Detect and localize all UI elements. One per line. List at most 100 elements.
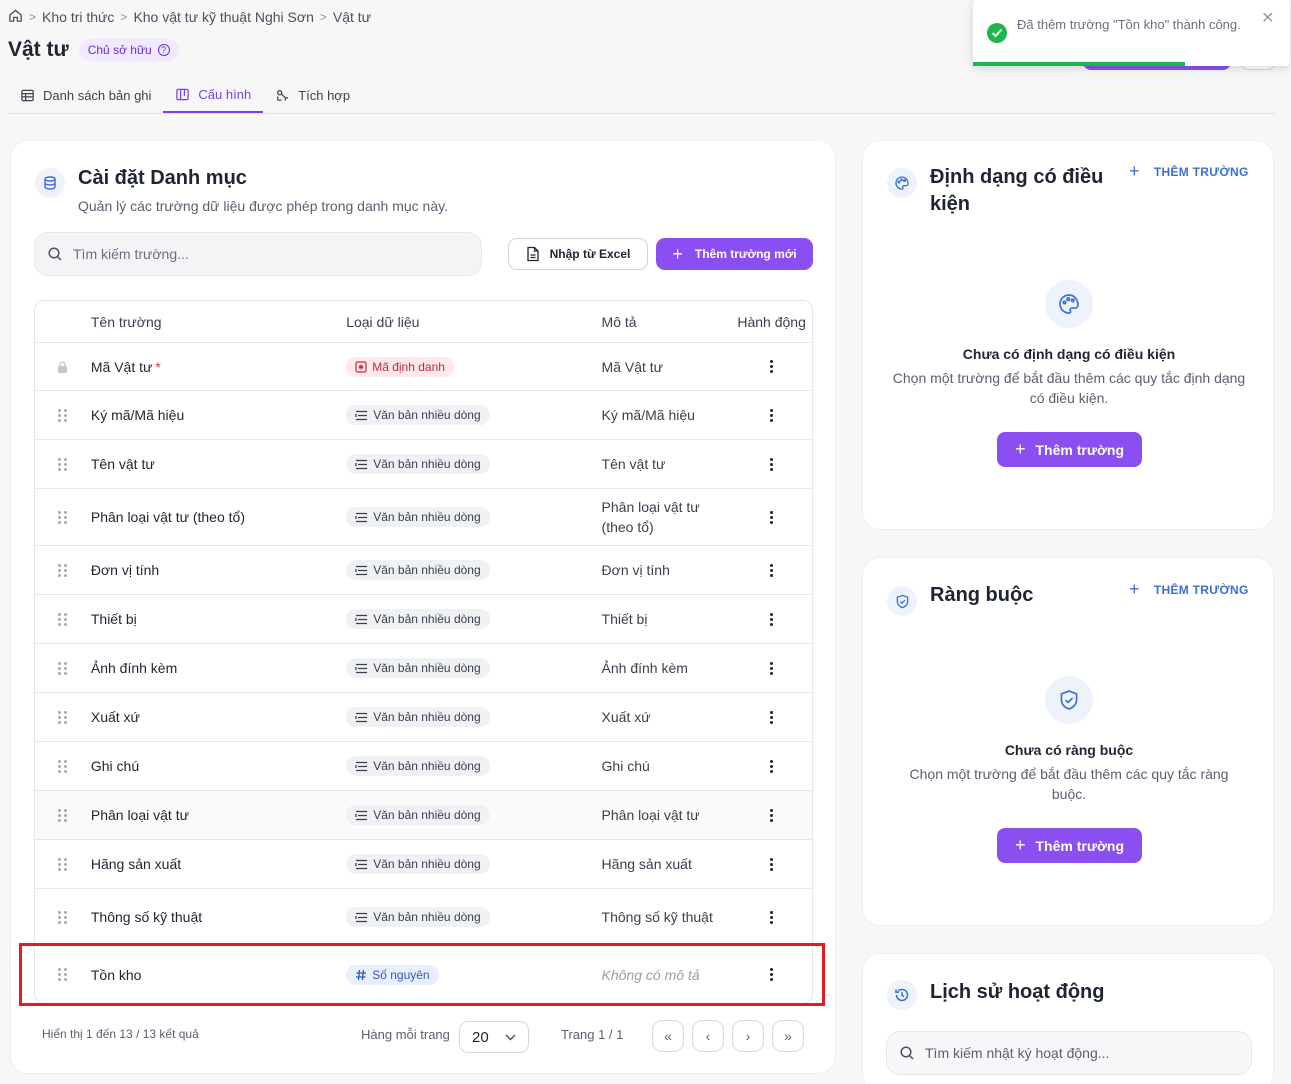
table-row[interactable]: Thông số kỹ thuật Văn bản nhiều dòng Thông… <box>35 889 812 946</box>
empty-state-description: Chọn một trường để bắt đầu thêm các quy … <box>909 766 1229 802</box>
field-name: Ký mã/Mã hiệu <box>91 407 346 423</box>
add-constraint-field-button[interactable]: + Thêm trường <box>997 828 1142 863</box>
data-type-badge: Văn bản nhiều dòng <box>346 609 490 629</box>
conditional-format-add-link[interactable]: + THÊM TRƯỜNG <box>1129 161 1249 182</box>
drag-handle-icon[interactable] <box>35 808 91 822</box>
drag-handle-icon[interactable] <box>35 408 91 422</box>
plus-icon: + <box>672 243 683 264</box>
tab-integration[interactable]: Tích hợp <box>263 78 362 113</box>
table-row[interactable]: Phân loại vật tư (theo tổ) Văn bản nhiều … <box>35 489 812 546</box>
tab-records[interactable]: Danh sách bản ghi <box>8 78 163 113</box>
field-description: Phân loại vật tư <box>601 807 700 823</box>
table-row[interactable]: Đơn vị tính Văn bản nhiều dòng Đơn vị tính <box>35 546 812 595</box>
data-type-label: Văn bản nhiều dòng <box>373 510 481 524</box>
row-actions-menu[interactable] <box>731 563 812 577</box>
owner-badge: Chủ sở hữu ? <box>78 39 179 61</box>
row-actions-menu[interactable] <box>731 808 812 822</box>
activity-history-card: Lịch sử hoạt động <box>862 953 1274 1084</box>
more-vertical-icon <box>770 759 774 773</box>
drag-handle-icon[interactable] <box>35 710 91 724</box>
table-icon <box>21 89 34 102</box>
chevron-right-icon: > <box>120 10 128 24</box>
import-excel-button[interactable]: Nhập từ Excel <box>508 238 648 270</box>
more-vertical-icon <box>770 408 774 422</box>
row-actions-menu[interactable] <box>731 510 812 524</box>
row-actions-menu[interactable] <box>731 710 812 724</box>
table-row[interactable]: Hãng sản xuất Văn bản nhiều dòng Hãng sản … <box>35 840 812 889</box>
data-type-badge: Văn bản nhiều dòng <box>346 560 490 580</box>
field-search[interactable] <box>34 232 482 276</box>
table-row[interactable]: Xuất xứ Văn bản nhiều dòng Xuất xứ <box>35 693 812 742</box>
per-page-select[interactable]: 20 <box>459 1021 529 1053</box>
history-search[interactable] <box>886 1031 1252 1075</box>
row-actions-menu[interactable] <box>731 360 812 373</box>
row-actions-menu[interactable] <box>731 857 812 871</box>
field-description: Thiết bị <box>601 611 648 627</box>
field-name-text: Mã Vật tư <box>90 358 153 375</box>
field-name: Tên vật tư <box>91 456 346 472</box>
table-row[interactable]: Tên vật tư Văn bản nhiều dòng Tên vật tư <box>35 440 812 489</box>
field-name-text: Tên vật tư <box>90 456 155 472</box>
lock-icon <box>35 360 91 373</box>
chevron-down-icon <box>505 1034 516 1040</box>
field-name: Thiết bị <box>91 611 346 627</box>
last-page-button[interactable]: » <box>772 1020 804 1052</box>
first-page-button[interactable]: « <box>652 1020 684 1052</box>
help-icon[interactable]: ? <box>157 44 170 56</box>
file-icon <box>526 246 539 262</box>
tab-config[interactable]: Cấu hình <box>163 78 264 113</box>
constraints-title: Ràng buộc <box>930 584 1034 606</box>
field-description: Đơn vị tính <box>601 562 670 578</box>
field-name: Phân loại vật tư (theo tổ) <box>91 509 346 525</box>
palette-icon <box>1045 280 1093 328</box>
drag-handle-icon[interactable] <box>35 510 91 524</box>
drag-handle-icon[interactable] <box>35 612 91 626</box>
breadcrumb-item[interactable]: Kho vật tư kỹ thuật Nghi Sơn <box>133 9 313 25</box>
history-title: Lịch sử hoạt động <box>930 981 1105 1003</box>
add-field-label: Thêm trường mới <box>694 247 797 261</box>
field-search-input[interactable] <box>73 246 453 262</box>
drag-handle-icon[interactable] <box>35 457 91 471</box>
row-actions-menu[interactable] <box>731 612 812 626</box>
row-actions-menu[interactable] <box>731 457 812 471</box>
next-page-button[interactable]: › <box>732 1020 764 1052</box>
constraints-add-link[interactable]: + THÊM TRƯỜNG <box>1129 579 1249 600</box>
drag-handle-icon[interactable] <box>35 857 91 871</box>
prev-page-button[interactable]: ‹ <box>692 1020 724 1052</box>
drag-handle-icon[interactable] <box>35 759 91 773</box>
text-lines-icon <box>355 810 368 820</box>
drag-handle-icon[interactable] <box>35 910 91 924</box>
column-header: Mô tả <box>601 313 637 330</box>
row-actions-menu[interactable] <box>731 759 812 773</box>
more-vertical-icon <box>770 710 774 724</box>
breadcrumb-item[interactable]: Kho tri thức <box>42 9 114 25</box>
data-type-label: Văn bản nhiều dòng <box>373 457 481 471</box>
row-actions-menu[interactable] <box>731 408 812 422</box>
drag-handle-icon[interactable] <box>35 661 91 675</box>
history-search-input[interactable] <box>925 1045 1235 1061</box>
add-field-button[interactable]: + Thêm trường mới <box>656 238 813 270</box>
add-conditional-field-button[interactable]: + Thêm trường <box>997 432 1142 467</box>
new-row-highlight <box>19 943 825 1006</box>
data-type-badge: Văn bản nhiều dòng <box>346 507 490 527</box>
table-row[interactable]: Phân loại vật tư Văn bản nhiều dòng Phân l… <box>35 791 812 840</box>
chevron-left-icon: ‹ <box>705 1028 711 1044</box>
row-actions-menu[interactable] <box>731 910 812 924</box>
home-icon[interactable] <box>8 8 23 26</box>
row-actions-menu[interactable] <box>731 661 812 675</box>
drag-handle-icon[interactable] <box>35 563 91 577</box>
add-link-label: THÊM TRƯỜNG <box>1153 164 1249 179</box>
field-name: Ảnh đính kèm <box>91 660 346 676</box>
tab-label: Cấu hình <box>198 87 252 102</box>
text-lines-icon <box>355 859 368 869</box>
table-row[interactable]: Ảnh đính kèm Văn bản nhiều dòng Ảnh đính k… <box>35 644 812 693</box>
table-row[interactable]: Ghi chú Văn bản nhiều dòng Ghi chú <box>35 742 812 791</box>
table-row[interactable]: Mã Vật tư * Mã định danh Mã Vật tư <box>35 343 812 391</box>
field-name-text: Đơn vị tính <box>90 562 160 578</box>
data-type-badge: Văn bản nhiều dòng <box>346 805 490 825</box>
table-row[interactable]: Ký mã/Mã hiệu Văn bản nhiều dòng Ký mã/Mã … <box>35 391 812 440</box>
empty-state-description: Chọn một trường để bắt đầu thêm các quy … <box>892 370 1246 406</box>
table-row[interactable]: Thiết bị Văn bản nhiều dòng Thiết bị <box>35 595 812 644</box>
close-icon[interactable]: ✕ <box>1261 8 1274 28</box>
check-circle-icon <box>987 23 1007 43</box>
